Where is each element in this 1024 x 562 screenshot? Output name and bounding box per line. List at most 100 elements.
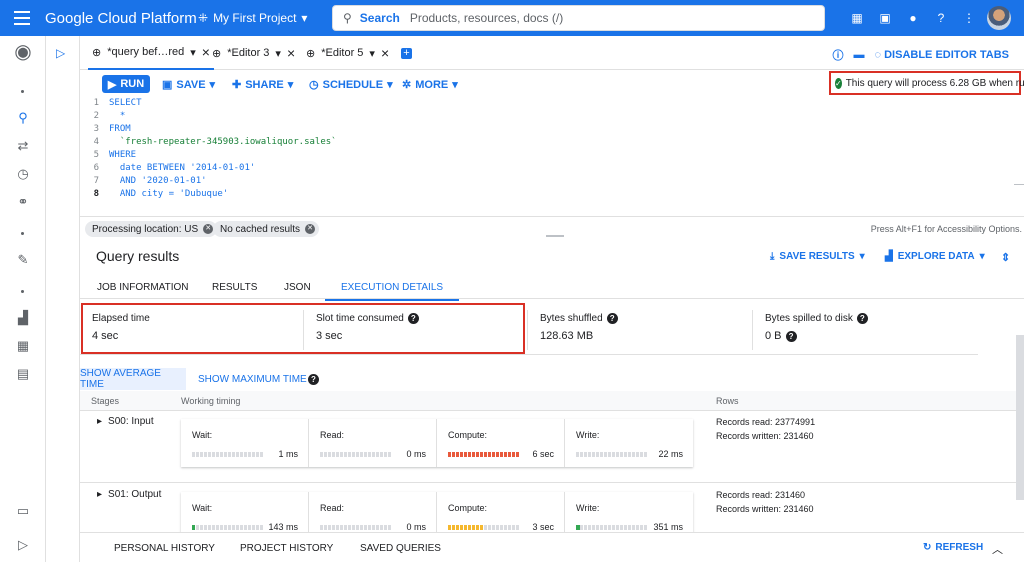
close-icon[interactable]: × (381, 45, 389, 61)
cache-chip[interactable]: No cached results ✕ (213, 221, 320, 237)
records-read: Records read: 231460 (716, 490, 806, 500)
timing-label: Compute: (448, 430, 488, 440)
share-button[interactable]: ✚ SHARE ▾ (232, 78, 293, 92)
tab-saved-queries[interactable]: SAVED QUERIES (360, 543, 441, 554)
chip-label: Processing location: US (92, 223, 199, 235)
chevron-right-icon: ▸ (97, 489, 103, 500)
help-icon[interactable]: ? (785, 330, 797, 342)
run-button[interactable]: ▶ RUN (102, 75, 150, 93)
chart-icon: ▟ (885, 251, 893, 262)
search-icon[interactable]: ⚲ (14, 109, 32, 127)
close-icon[interactable]: ✕ (305, 224, 316, 234)
code-line: 3 FROM (80, 124, 1024, 137)
line-number: 3 (93, 124, 99, 134)
add-tab-icon[interactable]: + (401, 48, 412, 59)
more-vert-icon[interactable]: ⋮ (962, 11, 976, 25)
share-label: SHARE (245, 78, 284, 91)
explore-data-label: EXPLORE DATA (897, 251, 975, 262)
cloud-shell-icon[interactable]: ▣ (878, 11, 892, 25)
sql-editor[interactable]: 1 SELECT 2 * 3 FROM 4 `fresh-repeater-3459… (80, 96, 1024, 216)
tab-label: *Editor 3 (227, 47, 270, 59)
release-notes-icon[interactable]: ▭ (14, 502, 32, 520)
code-line: 5 WHERE (80, 150, 1024, 163)
table-icon[interactable]: ▤ (14, 365, 32, 383)
code-text: SELECT (109, 98, 142, 108)
disable-editor-tabs-button[interactable]: ◌ DISABLE EDITOR TABS (875, 49, 1009, 61)
accessibility-hint: Press Alt+F1 for Accessibility Options. (870, 224, 1022, 234)
caret-down-icon: ▾ (387, 79, 393, 91)
keyboard-icon[interactable]: ▬ (854, 49, 865, 61)
processing-location-chip[interactable]: Processing location: US ✕ (85, 221, 218, 237)
tab-editor-5[interactable]: ⊕ *Editor 5 ▾ × (306, 36, 389, 70)
show-maximum-time-button[interactable]: SHOW MAXIMUM TIME (198, 374, 307, 385)
expand-collapse-icon[interactable]: ⇕ (1001, 251, 1010, 264)
chevron-down-icon[interactable]: ▾ (369, 47, 375, 60)
stage-name: S00: Input (108, 416, 154, 427)
tab-execution-details[interactable]: EXECUTION DETAILS (325, 282, 460, 301)
expand-explorer-icon[interactable]: ▷ (56, 46, 65, 60)
editor-tab-actions: ⓘ ▬ ◌ DISABLE EDITOR TABS (833, 47, 1009, 63)
query-icon: ⊕ (92, 46, 102, 59)
close-icon[interactable]: ✕ (203, 224, 214, 234)
stage-rows-info: Records read: 231460 Records written: 23… (716, 488, 814, 516)
timing-bar-fill (576, 525, 581, 530)
resize-handle[interactable] (546, 235, 564, 237)
explore-data-button[interactable]: ▟ EXPLORE DATA ▾ (885, 251, 985, 262)
timing-bar (192, 452, 264, 457)
results-scrollbar[interactable] (1016, 335, 1024, 500)
history-icon[interactable]: ◷ (14, 165, 32, 183)
stage-expand-toggle[interactable]: ▸ S00: Input (97, 416, 154, 427)
tab-personal-history[interactable]: PERSONAL HISTORY (114, 543, 215, 554)
brand-title[interactable]: Google Cloud Platform (45, 10, 197, 27)
schedule-button[interactable]: ◷ SCHEDULE ▾ (309, 78, 393, 92)
caret-down-icon: ▾ (452, 79, 458, 91)
info-icon[interactable]: ⓘ (833, 47, 844, 63)
wrench-icon[interactable]: ✎ (14, 251, 32, 269)
analytics-icon[interactable]: ▟ (14, 309, 32, 327)
timing-value: 1 ms (278, 449, 298, 459)
stage-expand-toggle[interactable]: ▸ S01: Output (97, 489, 161, 500)
tab-job-information[interactable]: JOB INFORMATION (97, 282, 188, 293)
more-label: MORE (415, 78, 449, 91)
save-button[interactable]: ▣ SAVE ▾ (162, 78, 215, 92)
help-icon[interactable]: ? (308, 374, 319, 385)
help-icon[interactable]: ? (856, 313, 868, 324)
bigquery-logo-icon[interactable]: ◉ (12, 42, 34, 64)
expand-rail-icon[interactable]: ▷ (14, 536, 32, 554)
notifications-icon[interactable]: ● (906, 11, 920, 25)
help-icon[interactable]: ? (934, 11, 948, 25)
chevron-down-icon[interactable]: ▾ (275, 47, 281, 60)
tab-json[interactable]: JSON (284, 282, 311, 293)
gift-icon[interactable]: ▦ (850, 11, 864, 25)
project-selector[interactable]: ⁜ My First Project ▾ (198, 11, 307, 25)
refresh-button[interactable]: ↻ REFRESH (923, 542, 983, 553)
show-average-time-button[interactable]: SHOW AVERAGE TIME (80, 368, 186, 390)
caret-down-icon: ▾ (979, 251, 985, 262)
tab-editor-3[interactable]: ⊕ *Editor 3 ▾ × (212, 36, 295, 70)
close-icon[interactable]: × (202, 44, 210, 60)
explorer-collapsed: ▷ (46, 36, 80, 562)
query-toolbar: ▶ RUN ▣ SAVE ▾ ✚ SHARE ▾ ◷ SCHEDULE ▾ ✲ MORE ▾ ✓… (80, 70, 1024, 96)
search-input[interactable]: ⚲ Search Products, resources, docs (/) (332, 5, 825, 31)
close-icon[interactable]: × (287, 45, 295, 61)
tab-query-before-red[interactable]: ⊕ *query bef…red ▾ × (88, 36, 214, 70)
help-icon[interactable]: ? (606, 313, 618, 324)
dataflow-icon[interactable]: ⚭ (14, 193, 32, 211)
caret-down-icon: ▾ (301, 11, 308, 25)
menu-icon[interactable] (14, 11, 30, 25)
stat-label: Bytes spilled to disk (765, 313, 853, 324)
chevron-down-icon[interactable]: ▾ (190, 46, 196, 59)
timing-value: 22 ms (658, 449, 683, 459)
dashboard-icon[interactable]: ▦ (14, 337, 32, 355)
timing-bar-fill (448, 525, 484, 530)
transfers-icon[interactable]: ⇄ (14, 137, 32, 155)
avatar[interactable] (987, 6, 1011, 30)
chevron-up-icon[interactable]: ︿ (992, 541, 1003, 557)
timing-value: 143 ms (268, 522, 298, 532)
code-text: FROM (109, 124, 131, 134)
tab-project-history[interactable]: PROJECT HISTORY (240, 543, 333, 554)
more-button[interactable]: ✲ MORE ▾ (402, 78, 458, 92)
tab-results[interactable]: RESULTS (212, 282, 257, 293)
save-results-button[interactable]: ⤓ SAVE RESULTS ▾ (770, 251, 865, 262)
code-line: 4 `fresh-repeater-345903.iowaliquor.sale… (80, 137, 1024, 150)
